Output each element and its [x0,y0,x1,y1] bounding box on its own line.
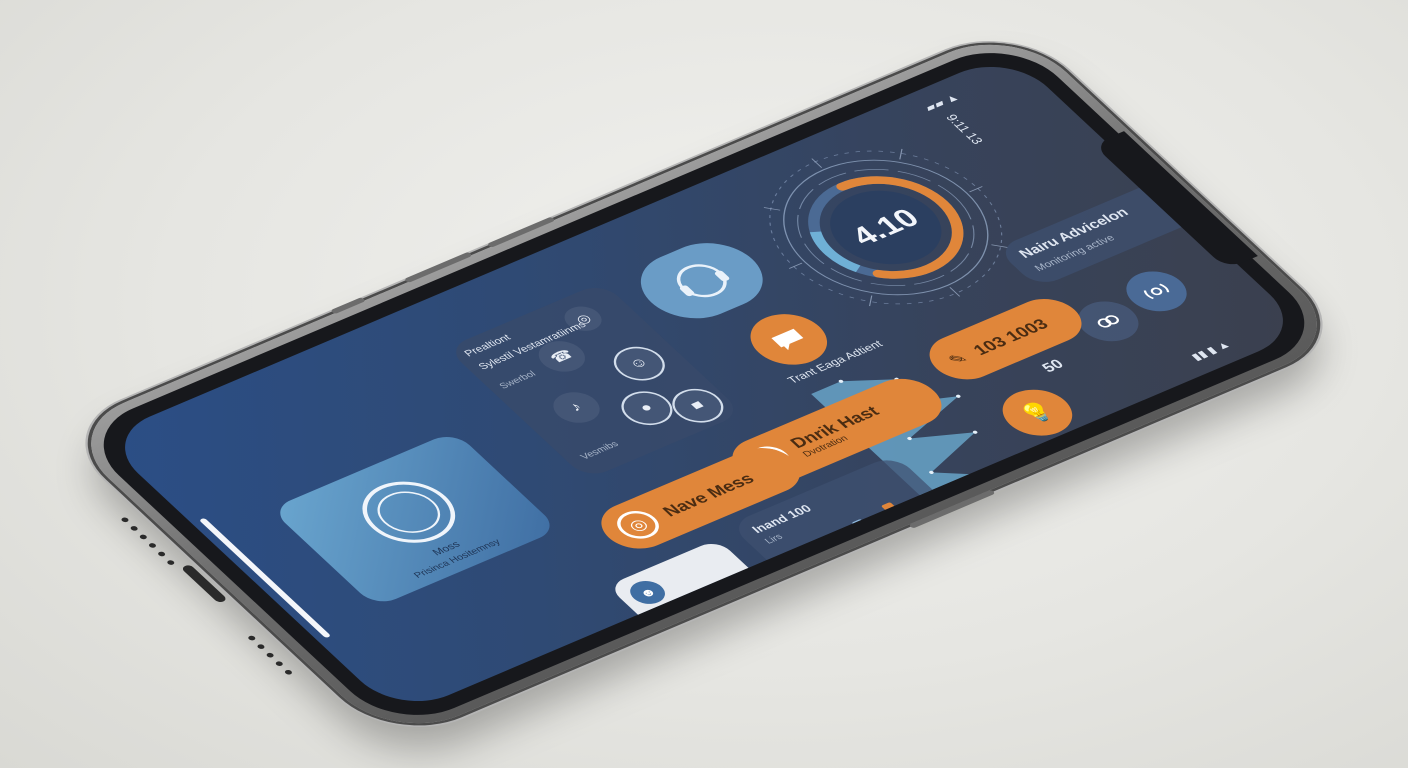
bar-1 [816,552,840,571]
status-time: 9:11 13 [942,112,987,147]
user-icon: ☺ [625,354,653,373]
quick-caption-right: Vesmibs [578,439,622,462]
target-pill-icon: ◎ [608,505,668,544]
bar-3 [842,532,873,557]
bar-2 [835,548,857,564]
headset-icon [676,264,730,298]
user-icon-button[interactable]: ☺ [603,340,676,387]
link-icon [1097,315,1119,328]
message-icon [771,328,804,351]
chat-bubble[interactable] [620,231,783,331]
user-status-sub: Overview [661,609,703,631]
speaker-grille-top [120,516,176,566]
phone-body: ▰▰ ▲ 9:11 13 ▮▮ ▮ ▲ 4.10 Nairu Advicelon… [57,24,1351,744]
bar-6 [881,502,922,536]
bar-4 [852,519,889,550]
pencil-icon: ✎ [943,349,972,369]
hero-card[interactable]: Moss Prisinca Hositemnsy [270,430,560,608]
quick-caption-left: Swerbol [497,369,539,391]
stop-icon: ■ [687,397,708,413]
phone-bezel: ▰▰ ▲ 9:11 13 ▮▮ ▮ ▲ 4.10 Nairu Advicelon… [73,34,1335,734]
action-pill-top-label: 103 1003 [968,315,1052,358]
bar-0 [806,565,824,578]
bulb-icon: 💡 [1014,397,1061,428]
music-note-icon: ♪ [566,400,586,415]
action-pill-bottom-label: Nave Mess [658,469,758,520]
bar-5 [878,521,906,543]
area-point-7 [974,473,980,477]
music-icon-button[interactable]: ♪ [544,386,610,429]
small-value: 50 [1039,357,1068,376]
person-icon: ☻ [635,584,660,601]
record-icon: ● [636,400,658,416]
speaker-grille-bottom [246,634,294,676]
dial-widget[interactable]: 4.10 [715,117,1056,337]
radio-icon [1143,283,1170,300]
action-pill-top[interactable]: ✎ 103 1003 [916,290,1096,388]
bars-card-title: Inand 100 [748,502,815,536]
phone-call-icon: ☎ [547,347,578,367]
stop-icon-button[interactable]: ■ [662,382,734,429]
user-status-card[interactable]: ☻ Your Status Overview [606,538,774,639]
scene: ▰▰ ▲ 9:11 13 ▮▮ ▮ ▲ 4.10 Nairu Advicelon… [0,0,1408,768]
status-signal: ▰▰ ▲ [921,91,963,114]
user-status-avatar: ☻ [623,576,672,609]
status-battery: ▮▮ ▮ ▲ [1188,338,1234,363]
